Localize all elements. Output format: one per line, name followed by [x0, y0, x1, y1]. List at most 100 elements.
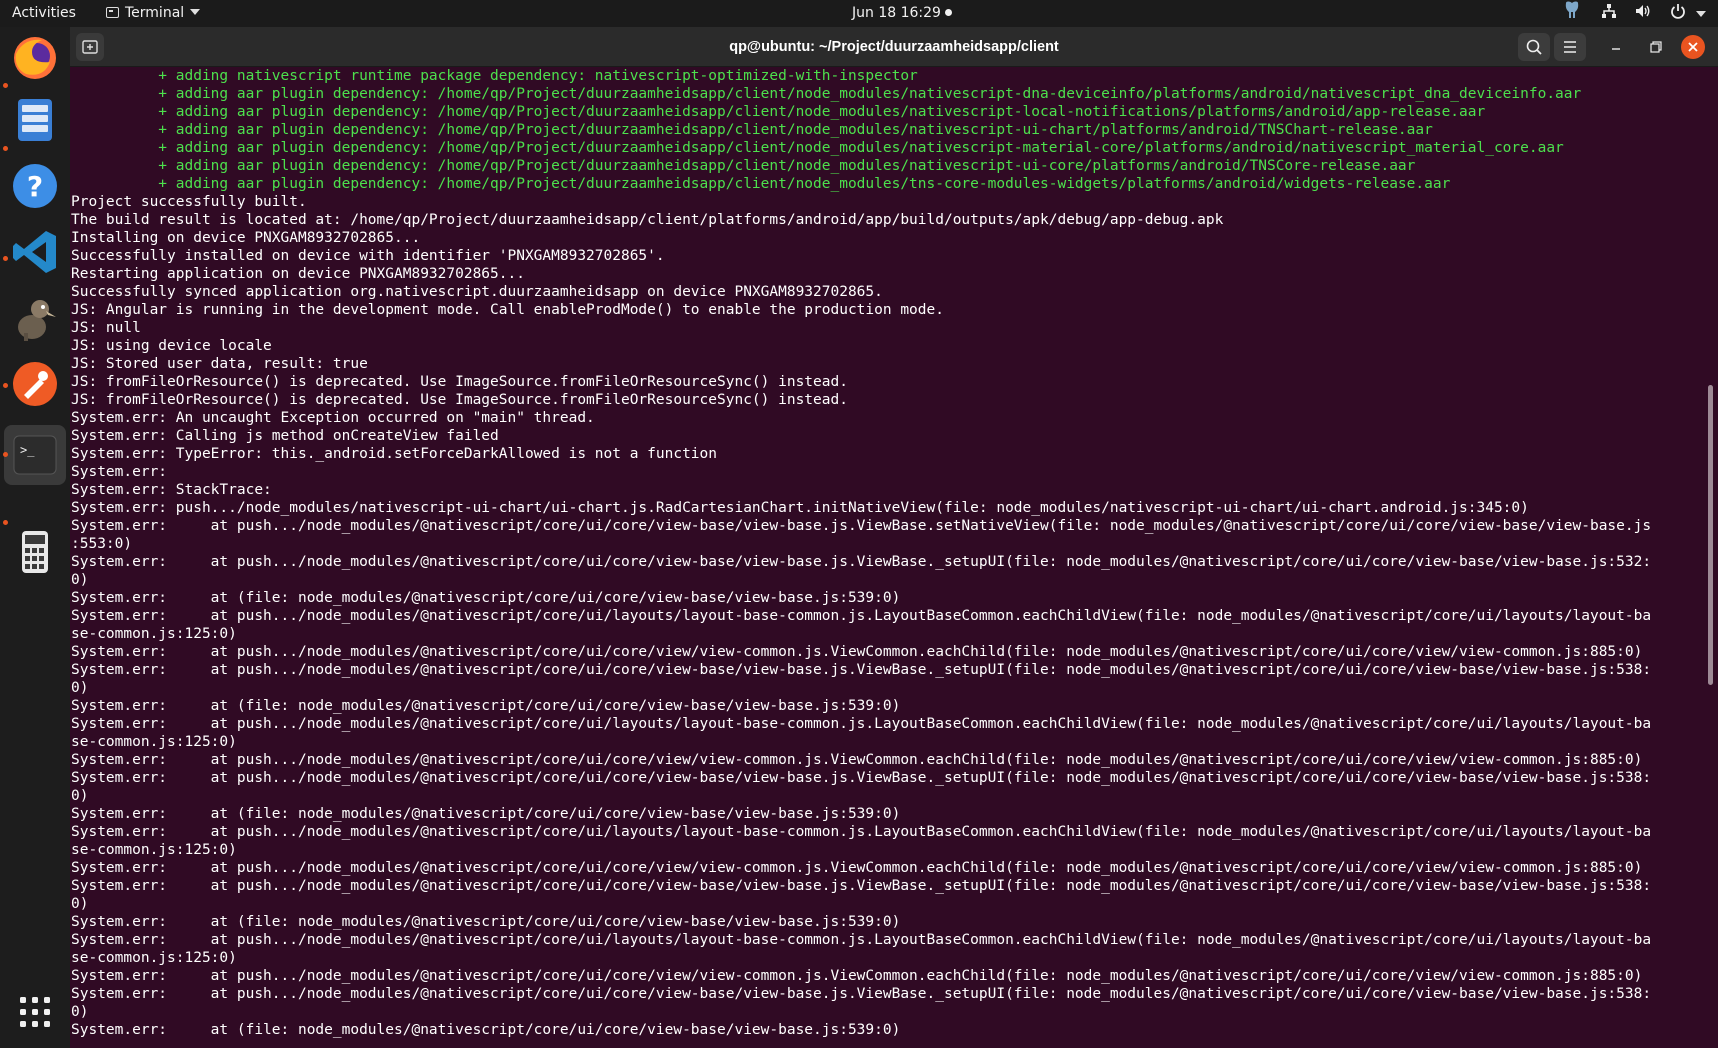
terminal-line: se-common.js:125:0) [71, 950, 237, 966]
minimize-icon [1612, 48, 1620, 50]
power-icon[interactable] [1670, 2, 1686, 29]
chevron-down-icon [190, 9, 201, 15]
close-button[interactable] [1681, 35, 1705, 59]
terminal-line: System.err: [71, 464, 168, 480]
close-icon [1688, 42, 1698, 52]
terminal-line: 0) [71, 572, 89, 588]
terminal-line: System.err: at push.../node_modules/@nat… [71, 860, 1643, 876]
terminal-line: System.err: push.../node_modules/natives… [71, 500, 1529, 516]
terminal-line: JS: fromFileOrResource() is deprecated. … [71, 374, 848, 390]
terminal-line: System.err: at push.../node_modules/@nat… [71, 518, 1652, 534]
user-indicator-icon[interactable] [1562, 0, 1582, 30]
terminal-line: System.err: at push.../node_modules/@nat… [71, 716, 1652, 732]
terminal-line: The build result is located at: /home/qp… [71, 212, 1224, 228]
terminal-line: Installing on device PNXGAM8932702865... [71, 230, 421, 246]
hamburger-menu-button[interactable] [1554, 33, 1586, 61]
dock-item-postman[interactable] [10, 359, 60, 409]
terminal-line: se-common.js:125:0) [71, 842, 237, 858]
scrollbar[interactable] [1708, 385, 1713, 685]
maximize-button[interactable] [1642, 33, 1670, 61]
terminal-line: :553:0) [71, 536, 133, 552]
terminal-line: se-common.js:125:0) [71, 734, 237, 750]
vscode-icon [13, 231, 56, 273]
terminal-icon: >_ [13, 435, 57, 475]
clock-button[interactable]: Jun 18 16:29 [852, 0, 952, 27]
dock-item-files[interactable] [10, 95, 60, 145]
terminal-line: System.err: at push.../node_modules/@nat… [71, 932, 1652, 948]
terminal-line: Restarting application on device PNXGAM8… [71, 266, 525, 282]
running-indicator [3, 452, 8, 457]
search-button[interactable] [1518, 33, 1550, 61]
terminal-line: + adding aar plugin dependency: /home/qp… [71, 122, 1433, 138]
terminal-line: 0) [71, 788, 89, 804]
terminal-line: System.err: at push.../node_modules/@nat… [71, 878, 1652, 894]
terminal-line: System.err: at push.../node_modules/@nat… [71, 662, 1652, 678]
notification-dot-icon [944, 9, 952, 16]
terminal-line: 0) [71, 680, 89, 696]
running-indicator [3, 83, 8, 88]
show-applications-icon [20, 997, 50, 1027]
terminal-line: System.err: An uncaught Exception occurr… [71, 410, 595, 426]
dock-item-help[interactable]: ? [10, 161, 60, 211]
gimp-icon [18, 300, 56, 341]
search-icon [1526, 39, 1542, 55]
terminal-line: System.err: at push.../node_modules/@nat… [71, 770, 1652, 786]
running-indicator [3, 520, 8, 525]
dock-item-terminal[interactable]: >_ [10, 430, 60, 480]
terminal-line: JS: null [71, 320, 141, 336]
terminal-line: Successfully installed on device with id… [71, 248, 665, 264]
files-icon [18, 99, 52, 141]
network-icon[interactable] [1601, 2, 1617, 29]
app-menu-button[interactable]: Terminal [106, 0, 201, 27]
show-applications-button[interactable] [10, 987, 60, 1037]
svg-text:?: ? [27, 170, 43, 203]
dock-item-firefox[interactable] [10, 32, 60, 82]
app-menu-label: Terminal [125, 5, 185, 21]
terminal-line: 0) [71, 896, 89, 912]
terminal-line: JS: fromFileOrResource() is deprecated. … [71, 392, 848, 408]
terminal-line: System.err: at push.../node_modules/@nat… [71, 644, 1643, 660]
header-bar[interactable]: qp@ubuntu: ~/Project/duurzaamheidsapp/cl… [70, 27, 1718, 67]
clock-label: Jun 18 16:29 [852, 5, 941, 21]
top-bar: Activities Terminal Jun 18 16:29 [0, 0, 1718, 27]
activities-button[interactable]: Activities [12, 0, 76, 27]
terminal-line: System.err: at (file: node_modules/@nati… [71, 698, 901, 714]
terminal-app-icon [106, 7, 119, 18]
terminal-line: System.err: at push.../node_modules/@nat… [71, 986, 1652, 1002]
terminal-line: JS: Stored user data, result: true [71, 356, 368, 372]
running-indicator [3, 256, 8, 261]
terminal-line: + adding aar plugin dependency: /home/qp… [71, 86, 1582, 102]
terminal-line: System.err: at (file: node_modules/@nati… [71, 806, 901, 822]
dock-item-gimp[interactable] [10, 293, 60, 343]
terminal-line: + adding aar plugin dependency: /home/qp… [71, 176, 1451, 192]
terminal-line: Successfully synced application org.nati… [71, 284, 883, 300]
terminal-line: se-common.js:125:0) [71, 626, 237, 642]
dock: ? >_ [0, 27, 70, 1048]
terminal-line: System.err: at push.../node_modules/@nat… [71, 608, 1652, 624]
volume-icon[interactable] [1635, 2, 1651, 29]
terminal-output[interactable]: + adding nativescript runtime package de… [70, 67, 1710, 1048]
terminal-line: System.err: Calling js method onCreateVi… [71, 428, 499, 444]
dock-item-vscode[interactable] [10, 227, 60, 277]
dock-item-calculator[interactable] [10, 527, 60, 577]
terminal-line: System.err: StackTrace: [71, 482, 272, 498]
running-indicator [3, 146, 8, 151]
help-icon: ? [13, 164, 57, 208]
terminal-line: System.err: at push.../node_modules/@nat… [71, 824, 1652, 840]
terminal-line: + adding aar plugin dependency: /home/qp… [71, 140, 1564, 156]
terminal-line: + adding nativescript runtime package de… [71, 68, 918, 84]
calculator-icon [22, 531, 48, 573]
terminal-line: + adding aar plugin dependency: /home/qp… [71, 158, 1416, 174]
terminal-window: qp@ubuntu: ~/Project/duurzaamheidsapp/cl… [70, 27, 1718, 1048]
terminal-line: System.err: at (file: node_modules/@nati… [71, 914, 901, 930]
minimize-button[interactable] [1602, 33, 1630, 61]
window-title: qp@ubuntu: ~/Project/duurzaamheidsapp/cl… [729, 39, 1059, 55]
restore-icon [1650, 41, 1662, 53]
running-indicator [3, 383, 8, 388]
hamburger-menu-icon [1564, 41, 1576, 53]
terminal-line: System.err: at (file: node_modules/@nati… [71, 1022, 901, 1038]
chevron-down-icon[interactable] [1696, 11, 1706, 17]
system-tray[interactable] [1548, 0, 1706, 27]
terminal-line: System.err: at (file: node_modules/@nati… [71, 590, 901, 606]
firefox-icon [14, 37, 56, 79]
